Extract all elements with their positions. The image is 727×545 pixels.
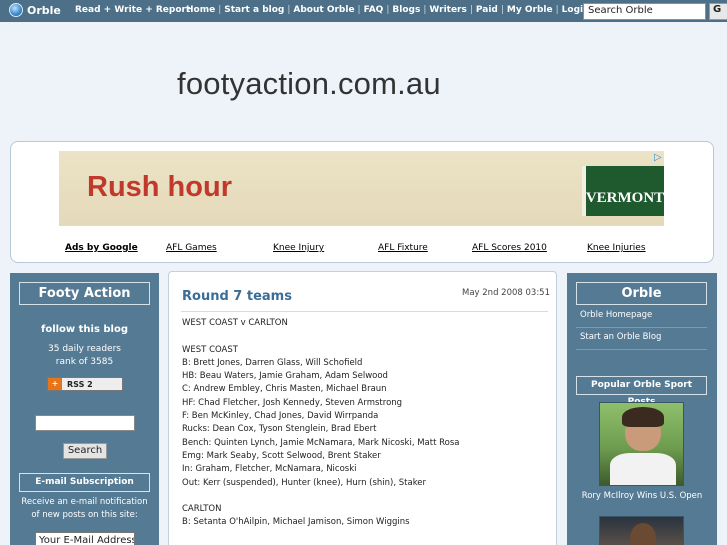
nav-my-orble[interactable]: My Orble [507, 5, 553, 15]
email-subscription-desc: Receive an e-mail notification of new po… [21, 497, 148, 520]
post-line: F: Ben McKinley, Chad Jones, David Wirrp… [182, 411, 379, 422]
email-field[interactable]: Your E-Mail Address [35, 532, 135, 545]
ad-links: Ads by Google AFL Games Knee Injury AFL … [11, 243, 715, 257]
post-line: B: Brett Jones, Darren Glass, Will Schof… [182, 357, 363, 368]
blog-rank: rank of 3585 [55, 357, 114, 367]
popular-post-caption[interactable]: Rory McIlroy Wins U.S. Open [567, 491, 717, 501]
ad-link-afl-scores[interactable]: AFL Scores 2010 [472, 243, 547, 253]
ad-brand-logo: VERMONT [582, 166, 664, 216]
top-nav: Home | Start a blog | About Orble | FAQ | Bl… [186, 5, 590, 15]
post-line: Rucks: Dean Cox, Tyson Stenglein, Brad E… [182, 424, 377, 435]
daily-readers: 35 daily readers [48, 344, 121, 354]
orble-homepage-link[interactable]: Orble Homepage [580, 309, 706, 322]
search-input[interactable]: Search Orble [583, 3, 706, 20]
rss-button[interactable]: + RSS 2 [47, 377, 123, 391]
post-line: HF: Chad Fletcher, Josh Kennedy, Steven … [182, 397, 403, 408]
go-button[interactable]: G [709, 3, 727, 20]
nav-blogs[interactable]: Blogs [392, 5, 420, 15]
right-sidebar: Orble Orble Homepage Start an Orble Blog… [567, 273, 717, 545]
email-subscription-title: E-mail Subscription [19, 473, 150, 492]
logo-text: Orble [27, 3, 61, 17]
follow-this-blog: follow this blog [40, 324, 129, 335]
ad-link-afl-games[interactable]: AFL Games [166, 243, 217, 253]
post-divider [181, 311, 548, 312]
post-line: B: Setanta O'hAilpin, Michael Jamison, S… [182, 517, 410, 528]
post-line [182, 330, 552, 343]
nav-home[interactable]: Home [186, 5, 215, 15]
rss-label: RSS 2 [67, 379, 93, 389]
post-body: WEST COAST v CARLTON WEST COAST B: Brett… [182, 317, 552, 530]
ad-choices-icon[interactable]: ▷ [654, 152, 666, 163]
divider [576, 327, 707, 328]
blog-search-input[interactable] [35, 415, 135, 431]
post-line: Emg: Mark Seaby, Scott Selwood, Brent St… [182, 450, 381, 461]
ads-by-google-link[interactable]: Ads by Google [65, 243, 138, 253]
post-line: WEST COAST v CARLTON [182, 318, 288, 328]
top-bar: Orble Read + Write + Report Home | Start … [0, 0, 727, 22]
post-line: Out: Kerr (suspended), Hunter (knee), Hu… [182, 477, 427, 488]
blog-search-button[interactable]: Search [63, 443, 107, 459]
orble-box-title: Orble [576, 282, 707, 305]
post-title[interactable]: Round 7 teams [182, 289, 292, 304]
nav-start-a-blog[interactable]: Start a blog [224, 5, 284, 15]
post-panel: Round 7 teams May 2nd 2008 03:51 WEST CO… [168, 271, 557, 545]
golfer-photo[interactable] [599, 402, 684, 486]
nav-faq[interactable]: FAQ [364, 5, 384, 15]
post-line: CARLTON [182, 504, 222, 515]
ad-box: Rush hour VERMONT ▷ Ads by Google AFL Ga… [10, 141, 714, 263]
globe-icon [9, 3, 23, 17]
start-orble-blog-link[interactable]: Start an Orble Blog [580, 331, 706, 344]
ad-banner[interactable]: Rush hour VERMONT [59, 151, 664, 226]
post-line: C: Andrew Embley, Chris Masten, Michael … [182, 384, 387, 395]
reader-stats: 35 daily readers rank of 3585 [10, 343, 159, 369]
nav-writers[interactable]: Writers [429, 5, 467, 15]
divider [576, 349, 707, 350]
rss-icon: + [48, 378, 62, 390]
blog-title-box[interactable]: Footy Action [19, 282, 150, 305]
ad-link-afl-fixture[interactable]: AFL Fixture [378, 243, 428, 253]
post-date: May 2nd 2008 03:51 [462, 288, 550, 298]
ad-link-knee-injuries[interactable]: Knee Injuries [587, 243, 646, 253]
post-line: WEST COAST [182, 344, 238, 355]
popular-post-photo[interactable] [599, 516, 684, 545]
post-line [182, 490, 552, 503]
post-line: In: Graham, Fletcher, McNamara, Nicoski [182, 464, 357, 475]
ad-headline: Rush hour [87, 171, 232, 203]
orble-logo[interactable]: Orble [9, 3, 61, 17]
nav-about-orble[interactable]: About Orble [293, 5, 354, 15]
nav-paid[interactable]: Paid [476, 5, 498, 15]
ad-link-knee-injury[interactable]: Knee Injury [273, 243, 324, 253]
left-sidebar: Footy Action follow this blog 35 daily r… [10, 273, 159, 545]
site-title[interactable]: footyaction.com.au [177, 66, 441, 102]
tagline: Read + Write + Report [75, 5, 191, 15]
post-line: HB: Beau Waters, Jamie Graham, Adam Selw… [182, 371, 388, 382]
popular-posts-title: Popular Orble Sport Posts [576, 376, 707, 407]
post-line: Bench: Quinten Lynch, Jamie McNamara, Ma… [182, 437, 460, 448]
